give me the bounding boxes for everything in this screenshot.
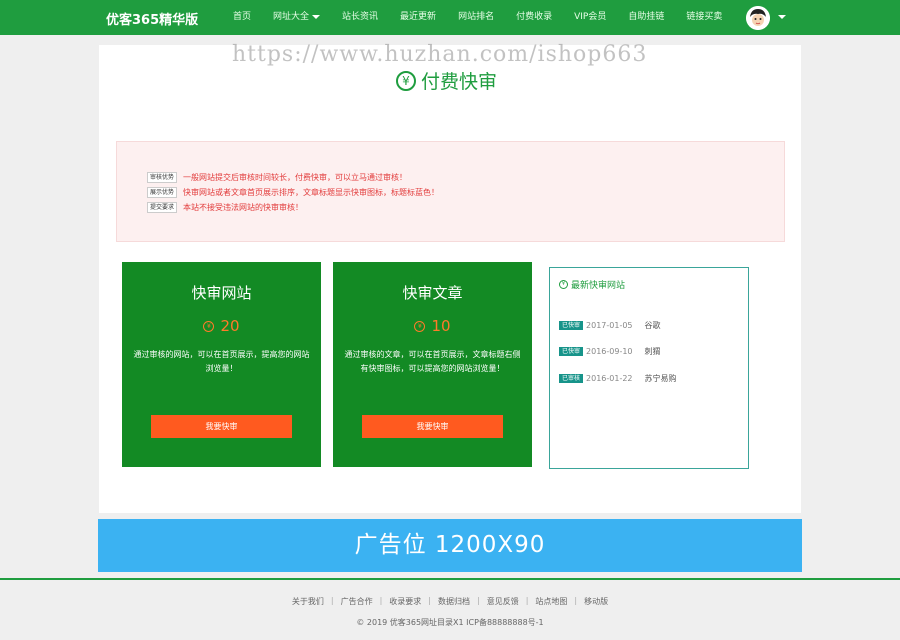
notice-text: 快审网站或者文章首页展示排序，文章标题显示快审图标，标题标蓝色！ bbox=[183, 188, 440, 197]
notice-tag: 提交要求 bbox=[147, 202, 178, 213]
chevron-down-icon bbox=[312, 14, 321, 19]
card-title: 快审文章 bbox=[402, 284, 463, 302]
footer-separator: | bbox=[330, 596, 334, 605]
nav-paid[interactable]: 付费收录 bbox=[516, 0, 552, 35]
yen-icon: ¥ bbox=[396, 70, 416, 91]
footer-link-archive[interactable]: 数据归档 bbox=[438, 596, 470, 607]
nav-home[interactable]: 首页 bbox=[233, 0, 251, 35]
footer-link-about[interactable]: 关于我们 bbox=[292, 596, 324, 607]
yen-icon: ¥ bbox=[414, 321, 426, 332]
latest-header: ¥ 最新快审网站 bbox=[559, 278, 625, 291]
item-name[interactable]: 苏宁易购 bbox=[645, 373, 677, 384]
footer-link-mobile[interactable]: 移动版 bbox=[584, 596, 608, 607]
copyright: © 2019 优客365网址目录X1 ICP备88888888号-1 bbox=[356, 618, 544, 627]
footer-links: 关于我们 | 广告合作 | 收录要求 | 数据归档 | 意见反馈 | 站点地图 … bbox=[0, 596, 900, 607]
top-navbar: 优客365精华版 首页 网址大全 站长资讯 最近更新 网站排名 付费收录 VIP… bbox=[0, 0, 900, 35]
watermark: https://www.huzhan.com/ishop663 bbox=[232, 42, 648, 67]
footer-link-requirements[interactable]: 收录要求 bbox=[389, 596, 421, 607]
list-item[interactable]: 已快审 2017-01-05 谷歌 bbox=[559, 320, 661, 331]
nav-directory-label: 网址大全 bbox=[273, 12, 310, 22]
notice-tag: 审核优势 bbox=[147, 172, 178, 183]
express-article-button[interactable]: 我要快审 bbox=[362, 415, 503, 438]
nav-directory[interactable]: 网址大全 bbox=[273, 0, 321, 35]
status-badge: 已审核 bbox=[559, 374, 584, 383]
yen-icon: ¥ bbox=[559, 280, 568, 289]
footer-link-sitemap[interactable]: 站点地图 bbox=[535, 596, 567, 607]
notice-tag: 展示优势 bbox=[147, 187, 178, 198]
list-item[interactable]: 已快审 2016-09-10 刺猬 bbox=[559, 346, 661, 357]
card-title: 快审网站 bbox=[191, 284, 252, 302]
main-nav: 首页 网址大全 站长资讯 最近更新 网站排名 付费收录 VIP会员 自助挂链 链… bbox=[233, 0, 744, 35]
notice-row: 审核优势 一般网站提交后审核时间较长，付费快审，可以立马通过审核！ bbox=[147, 172, 407, 183]
page-title: ¥ 付费快审 bbox=[396, 67, 497, 94]
footer-separator: | bbox=[574, 596, 578, 605]
page-title-text: 付费快审 bbox=[421, 71, 498, 93]
avatar-face-icon bbox=[746, 6, 770, 30]
footer-link-ads[interactable]: 广告合作 bbox=[341, 596, 373, 607]
card-price: ¥20 bbox=[122, 317, 321, 335]
item-date: 2017-01-05 bbox=[586, 321, 633, 330]
card-express-article: 快审文章 ¥10 通过审核的文章，可以在首页展示，文章标题右侧有快审图标，可以提… bbox=[333, 262, 532, 467]
status-badge: 已快审 bbox=[559, 321, 584, 330]
item-name[interactable]: 刺猬 bbox=[645, 346, 661, 357]
ad-banner[interactable]: 广告位 1200X90 bbox=[98, 519, 802, 572]
item-date: 2016-09-10 bbox=[586, 347, 633, 356]
yen-icon: ¥ bbox=[203, 321, 215, 332]
notice-text: 本站不接受违法网站的快审审核！ bbox=[183, 203, 304, 212]
nav-selflink[interactable]: 自助挂链 bbox=[628, 0, 664, 35]
brand-logo[interactable]: 优客365精华版 bbox=[106, 9, 198, 28]
latest-title: 最新快审网站 bbox=[571, 281, 626, 291]
avatar-menu-chevron-icon[interactable] bbox=[778, 15, 786, 19]
card-description: 通过审核的文章，可以在首页展示，文章标题右侧有快审图标，可以提高您的网站浏览量！ bbox=[344, 350, 521, 373]
footer-separator: | bbox=[477, 596, 480, 605]
footer-link-feedback[interactable]: 意见反馈 bbox=[487, 596, 519, 607]
footer-divider bbox=[0, 578, 900, 580]
notice-box: 审核优势 一般网站提交后审核时间较长，付费快审，可以立马通过审核！ 展示优势 快… bbox=[116, 141, 785, 242]
card-express-site: 快审网站 ¥20 通过审核的网站，可以在首页展示，提高您的网站浏览量！ 我要快审 bbox=[122, 262, 321, 467]
footer-separator: | bbox=[428, 596, 431, 605]
footer-separator: | bbox=[379, 596, 383, 605]
latest-express-box: ¥ 最新快审网站 已快审 2017-01-05 谷歌 已快审 2016-09-1… bbox=[549, 267, 749, 469]
card-description: 通过审核的网站，可以在首页展示，提高您的网站浏览量！ bbox=[133, 350, 310, 373]
notice-row: 展示优势 快审网站或者文章首页展示排序，文章标题显示快审图标，标题标蓝色！ bbox=[147, 187, 439, 198]
item-date: 2016-01-22 bbox=[586, 374, 633, 383]
express-site-button[interactable]: 我要快审 bbox=[151, 415, 292, 438]
item-name[interactable]: 谷歌 bbox=[645, 320, 661, 331]
nav-latest[interactable]: 最近更新 bbox=[400, 0, 436, 35]
card-price: ¥10 bbox=[333, 317, 532, 335]
nav-vip[interactable]: VIP会员 bbox=[574, 0, 606, 35]
nav-news[interactable]: 站长资讯 bbox=[342, 0, 378, 35]
notice-row: 提交要求 本站不接受违法网站的快审审核！ bbox=[147, 202, 303, 213]
list-item[interactable]: 已审核 2016-01-22 苏宁易购 bbox=[559, 373, 677, 384]
nav-linktrade[interactable]: 链接买卖 bbox=[686, 0, 722, 35]
nav-ranking[interactable]: 网站排名 bbox=[458, 0, 494, 35]
status-badge: 已快审 bbox=[559, 347, 584, 356]
notice-text: 一般网站提交后审核时间较长，付费快审，可以立马通过审核！ bbox=[183, 173, 408, 182]
card-price-value: 10 bbox=[431, 317, 451, 335]
user-avatar[interactable] bbox=[746, 6, 770, 30]
card-price-value: 20 bbox=[220, 317, 240, 335]
footer-separator: | bbox=[525, 596, 529, 605]
